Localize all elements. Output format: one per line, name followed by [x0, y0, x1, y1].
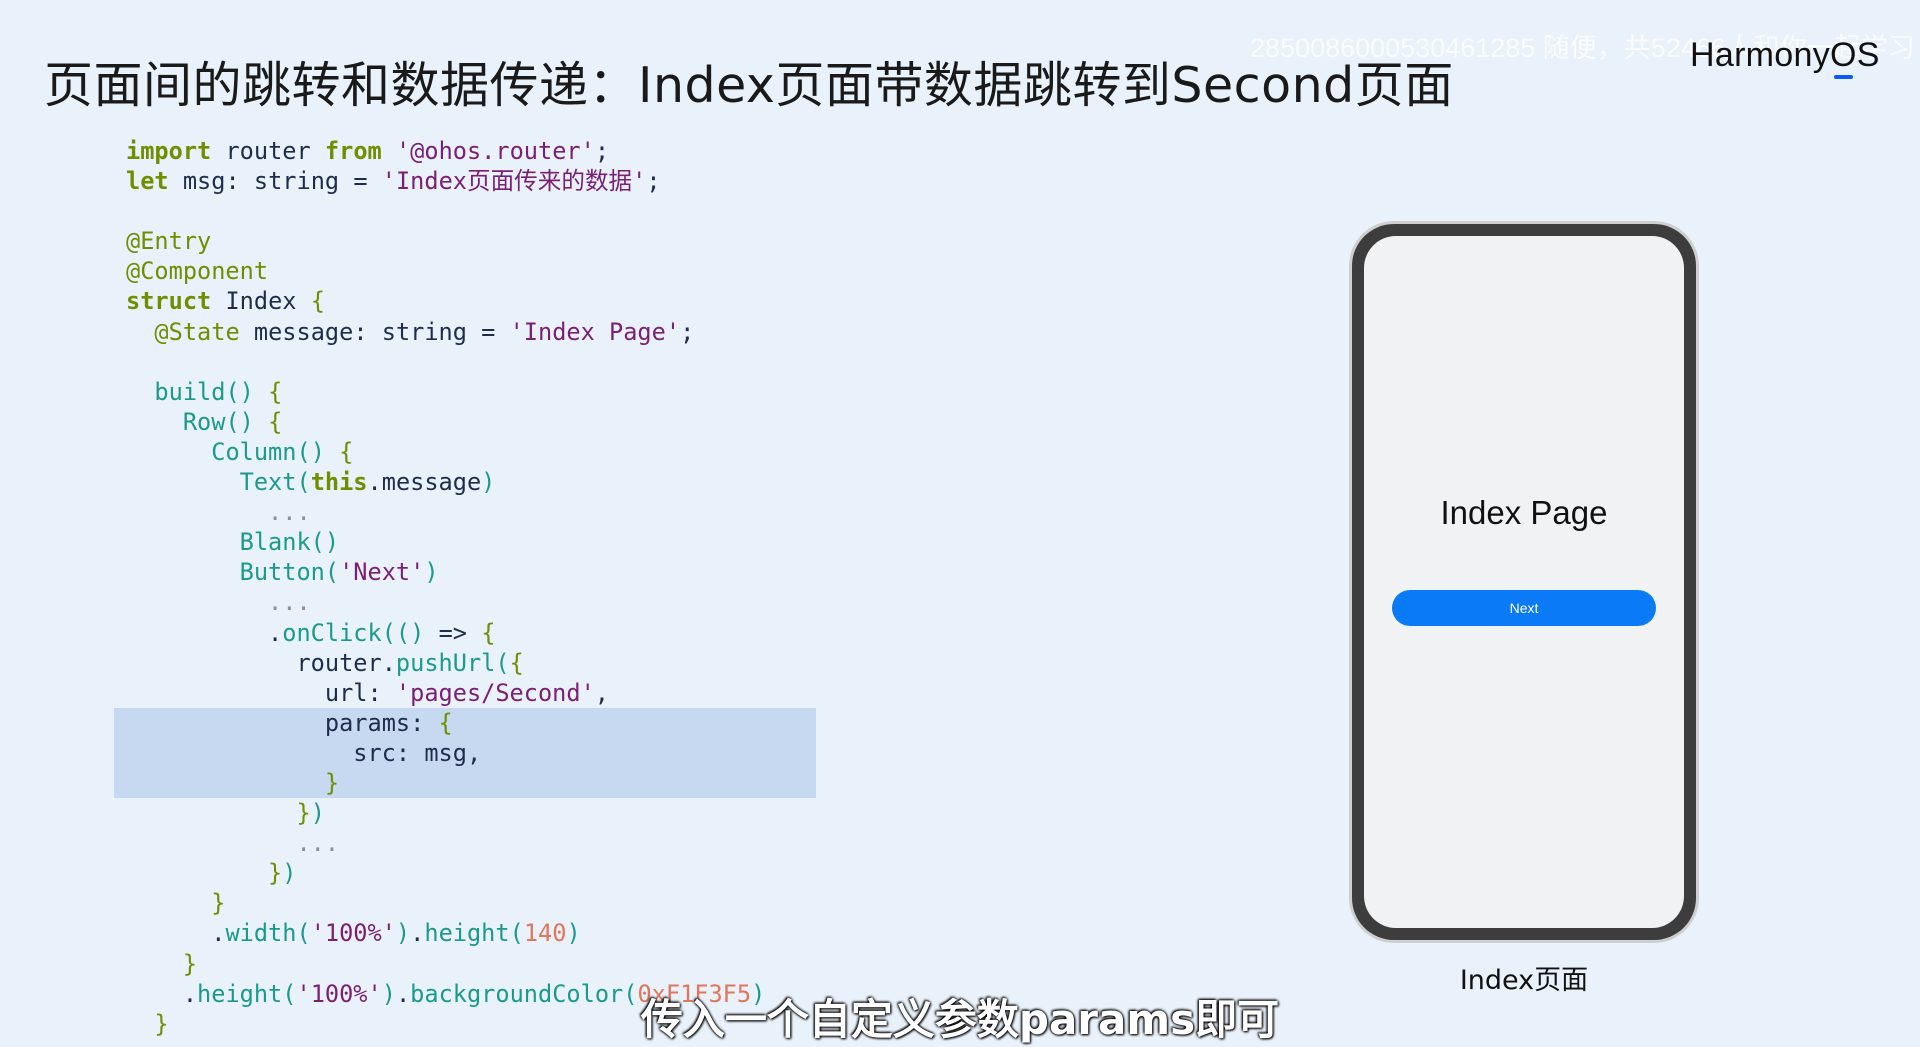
logo-prefix: Harmony: [1690, 36, 1831, 74]
code-line: .width('100%').height(140): [126, 919, 581, 948]
code-line: }): [296, 799, 325, 828]
code-line: import router from '@ohos.router';: [126, 137, 610, 165]
next-button[interactable]: Next: [1392, 590, 1656, 626]
code-line: ​: [126, 347, 765, 377]
phone-screen: Index Page Next: [1364, 236, 1684, 928]
code-line: Blank(): [239, 528, 340, 557]
code-line: }: [211, 889, 226, 918]
code-line: params: {: [324, 708, 453, 737]
code-line: router.pushUrl({: [296, 648, 524, 677]
code-line: src: msg,: [353, 738, 482, 767]
video-subtitle: 传入一个自定义参数params即可: [640, 995, 1280, 1044]
code-line: Row() {: [182, 407, 283, 436]
code-line: @Entry: [126, 227, 212, 256]
code-line: ...: [268, 498, 311, 527]
code-line: .onClick(() => {: [126, 618, 496, 647]
code-line: struct Index {: [126, 287, 325, 316]
code-line: }: [182, 949, 198, 978]
phone-mockup: Index Page Next: [1352, 224, 1696, 940]
code-line: @State message: string = 'Index Page';: [154, 317, 695, 346]
logo-o-letter: O: [1830, 36, 1857, 74]
logo-suffix: S: [1856, 36, 1880, 74]
code-line: Button('Next'): [239, 558, 439, 587]
code-line: ​: [126, 196, 765, 226]
code-block: import router from '@ohos.router'; let ms…: [126, 136, 765, 1039]
index-page-text: Index Page: [1440, 494, 1608, 531]
code-line: Text(this.message): [239, 468, 496, 497]
harmonyos-logo: HarmonyO S: [1690, 36, 1880, 79]
logo-o: O: [1830, 36, 1857, 79]
code-line: }: [324, 768, 340, 797]
code-line: @Component: [126, 257, 269, 286]
code-line: }): [268, 859, 297, 888]
code-line: ...: [296, 829, 340, 858]
code-line: build() {: [154, 377, 283, 406]
slide-title: 页面间的跳转和数据传递：Index页面带数据跳转到Second页面: [44, 57, 1454, 114]
logo-accent-bar: [1834, 75, 1853, 79]
code-line: Column() {: [211, 437, 354, 466]
code-line: let msg: string = 'Index页面传来的数据';: [126, 167, 661, 196]
code-line: url: 'pages/Second',: [324, 678, 610, 707]
code-line: ...: [268, 588, 311, 617]
